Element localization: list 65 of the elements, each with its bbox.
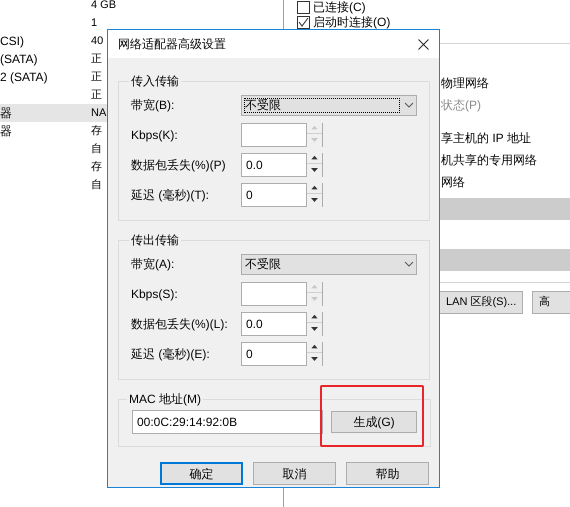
- field-label: 数据包丢失(%)(L):: [131, 316, 229, 333]
- mac-address-field[interactable]: 00:0C:29:14:92:0B: [132, 410, 323, 434]
- close-icon[interactable]: [418, 38, 429, 50]
- spin-up-icon[interactable]: [307, 153, 322, 164]
- device-name: (SATA): [0, 52, 38, 66]
- device-row[interactable]: 4 GB: [0, 0, 283, 14]
- field-label: 数据包丢失(%)(P): [131, 157, 227, 174]
- dropdown-value: 不受限: [244, 98, 400, 112]
- device-summary: 正: [91, 88, 102, 103]
- device-summary: 1: [91, 16, 98, 31]
- spin-up-icon[interactable]: [307, 183, 322, 194]
- option-label: 机共享的专用网络: [441, 152, 538, 169]
- field-label: 延迟 (毫秒)(T):: [131, 187, 210, 204]
- dialog-button[interactable]: 取消: [253, 462, 336, 485]
- check-icon: [298, 17, 309, 28]
- chevron-down-icon: [404, 102, 414, 108]
- field-label: 带宽(B):: [131, 97, 176, 114]
- device-row[interactable]: 1: [0, 14, 283, 32]
- device-summary: 存: [91, 124, 102, 139]
- window-title: 网络适配器高级设置: [118, 36, 226, 53]
- group-title: 传入传输: [130, 73, 180, 90]
- checkbox-label: 启动时连接(O): [313, 16, 390, 29]
- generate-button[interactable]: 生成(G): [331, 411, 417, 433]
- chevron-down-icon: [404, 261, 414, 267]
- number-spinbox[interactable]: 0.0: [241, 153, 323, 177]
- option-label: 享主机的 IP 地址: [441, 130, 532, 147]
- device-summary: 自: [91, 142, 102, 157]
- checkbox[interactable]: [297, 1, 310, 14]
- dialog-button[interactable]: 确定: [160, 462, 244, 485]
- field-label: Kbps(S):: [131, 286, 179, 303]
- spinbox-value: 0.0: [246, 158, 263, 172]
- dialog-button[interactable]: 帮助: [346, 462, 429, 485]
- spinbox-value: 0: [246, 347, 253, 361]
- spinbox-value: 0.0: [246, 317, 263, 331]
- panel-button[interactable]: LAN 区段(S)...: [439, 291, 523, 314]
- group-title: 传出传输: [130, 232, 180, 249]
- device-summary: NA: [91, 106, 106, 121]
- device-name: 器: [0, 124, 12, 138]
- checkbox-label: 已连接(C): [313, 1, 366, 14]
- group-title: MAC 地址(M): [128, 391, 202, 408]
- option-label: 状态(P): [441, 97, 482, 114]
- dropdown-value: 不受限: [244, 256, 282, 272]
- device-summary: 4 GB: [91, 0, 116, 13]
- field-label: 带宽(A):: [131, 256, 176, 273]
- option-label: 网络: [441, 174, 466, 191]
- device-summary: 正: [91, 52, 102, 67]
- spinbox-value: 0: [246, 188, 253, 202]
- device-name: 2 (SATA): [0, 70, 48, 84]
- number-spinbox[interactable]: 0.0: [241, 312, 323, 336]
- field-label: 延迟 (毫秒)(E):: [131, 346, 211, 363]
- device-summary: 自: [91, 178, 102, 193]
- spin-up-icon[interactable]: [307, 312, 322, 323]
- number-spinbox[interactable]: 0: [241, 183, 323, 207]
- device-name: CSI): [0, 34, 24, 48]
- spin-up-icon[interactable]: [307, 342, 322, 353]
- number-spinbox[interactable]: 0: [241, 342, 323, 366]
- device-summary: 40: [91, 34, 104, 49]
- bandwidth-dropdown[interactable]: 不受限: [241, 94, 417, 116]
- device-summary: 正: [91, 70, 102, 85]
- checkbox[interactable]: [297, 16, 310, 29]
- bandwidth-dropdown[interactable]: 不受限: [241, 254, 417, 274]
- field-label: Kbps(K):: [131, 127, 179, 144]
- panel-button[interactable]: 高: [532, 291, 570, 314]
- option-label: 物理网络: [441, 75, 490, 92]
- device-name: 器: [0, 106, 12, 120]
